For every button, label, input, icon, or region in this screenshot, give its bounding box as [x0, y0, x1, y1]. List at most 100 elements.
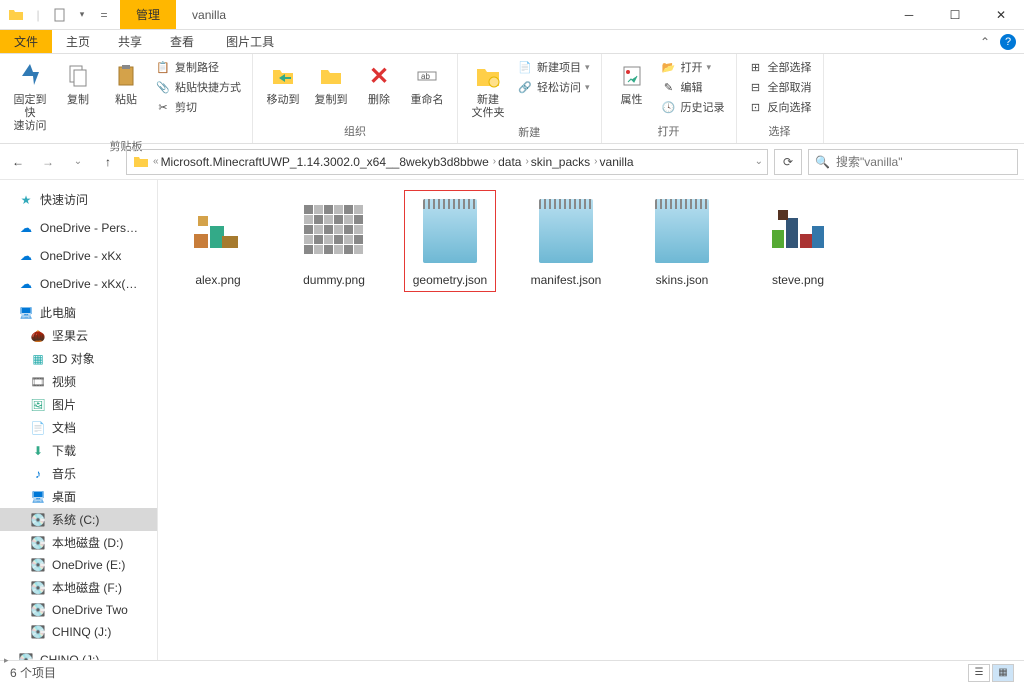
breadcrumb-dropdown[interactable]: ⌄ [755, 156, 763, 167]
minimize-button[interactable]: ─ [886, 0, 932, 30]
expand-icon[interactable]: ▸ [4, 655, 9, 661]
paste-button[interactable]: 粘贴 [104, 58, 148, 109]
sidebar-item[interactable]: 📄文档 [0, 416, 157, 439]
sidebar-drive-e[interactable]: 💽OneDrive (E:) [0, 554, 157, 576]
properties-icon [616, 60, 648, 92]
image-thumbnail-icon [298, 195, 370, 267]
ribbon-group-select: ⊞全部选择 ⊟全部取消 ⊡反向选择 选择 [737, 54, 824, 143]
ribbon-group-open: 属性 📂打开 ▾ ✎编辑 🕓历史记录 打开 [602, 54, 737, 143]
sidebar-item[interactable]: 🖼图片 [0, 393, 157, 416]
newitem-icon: 📄 [517, 59, 533, 75]
sidebar-drive-onedrive2[interactable]: 💽OneDrive Two [0, 599, 157, 621]
pc-icon: 🖥 [18, 305, 34, 321]
cloud-icon: ☁ [18, 276, 34, 292]
refresh-button[interactable]: ⟳ [774, 149, 802, 175]
history-button[interactable]: 🕓历史记录 [658, 98, 728, 116]
open-button[interactable]: 📂打开 ▾ [658, 58, 728, 76]
folder-icon [6, 5, 26, 25]
sidebar-this-pc[interactable]: 🖥此电脑 [0, 301, 157, 324]
details-view-button[interactable]: ☰ [968, 664, 990, 682]
rename-button[interactable]: ab重命名 [405, 58, 449, 109]
breadcrumb-segment[interactable]: data› [498, 155, 529, 169]
collapse-ribbon-icon[interactable]: ⌃ [980, 35, 990, 49]
new-doc-icon[interactable] [50, 5, 70, 25]
copy-button[interactable]: 复制 [56, 58, 100, 109]
documents-icon: 📄 [30, 420, 46, 436]
recent-locations-button[interactable]: ⌄ [66, 150, 90, 174]
close-button[interactable]: ✕ [978, 0, 1024, 30]
file-item[interactable]: alex.png [172, 190, 264, 292]
sidebar-onedrive-xkx[interactable]: ☁OneDrive - xKx [0, 245, 157, 267]
new-item-button[interactable]: 📄新建项目 ▾ [514, 58, 593, 76]
file-item[interactable]: dummy.png [288, 190, 380, 292]
title-bar: | ▾ = 管理 vanilla ─ ☐ ✕ [0, 0, 1024, 30]
file-item[interactable]: geometry.json [404, 190, 496, 292]
forward-button[interactable]: → [36, 150, 60, 174]
properties-button[interactable]: 属性 [610, 58, 654, 109]
rename-icon: ab [411, 60, 443, 92]
sidebar[interactable]: ★快速访问 ☁OneDrive - Pers… ☁OneDrive - xKx … [0, 180, 158, 660]
ribbon-group-organize: 移动到 复制到 ✕删除 ab重命名 组织 [253, 54, 458, 143]
shortcut-icon: 📎 [155, 79, 171, 95]
file-item[interactable]: manifest.json [520, 190, 612, 292]
file-item[interactable]: skins.json [636, 190, 728, 292]
sidebar-item[interactable]: ▦3D 对象 [0, 347, 157, 370]
file-list[interactable]: alex.png dummy.png geometry.json manifest.j… [158, 180, 1024, 660]
sidebar-removable-j[interactable]: ▸💽CHINQ (J:) [0, 649, 157, 660]
newfolder-icon [472, 60, 504, 92]
copy-path-button[interactable]: 📋复制路径 [152, 58, 244, 76]
move-to-button[interactable]: 移动到 [261, 58, 305, 109]
sidebar-drive-j[interactable]: 💽CHINQ (J:) [0, 621, 157, 643]
up-button[interactable]: ↑ [96, 150, 120, 174]
notepad-icon [414, 195, 486, 267]
sidebar-item[interactable]: 🌰坚果云 [0, 324, 157, 347]
tab-file[interactable]: 文件 [0, 30, 52, 53]
qat-overflow[interactable]: = [94, 5, 114, 25]
invert-selection-button[interactable]: ⊡反向选择 [745, 98, 815, 116]
select-none-button[interactable]: ⊟全部取消 [745, 78, 815, 96]
chevron-down-icon[interactable]: ▾ [72, 5, 92, 25]
sidebar-onedrive-personal[interactable]: ☁OneDrive - Pers… [0, 217, 157, 239]
downloads-icon: ⬇ [30, 443, 46, 459]
notepad-icon [530, 195, 602, 267]
search-box[interactable]: 🔍 [808, 149, 1018, 175]
paste-shortcut-button[interactable]: 📎粘贴快捷方式 [152, 78, 244, 96]
ribbon-tabs: 文件 主页 共享 查看 图片工具 ⌃ ? [0, 30, 1024, 54]
ribbon: 固定到快 速访问 复制 粘贴 📋复制路径 📎粘贴快捷方式 ✂剪切 剪贴板 移动到… [0, 54, 1024, 144]
icons-view-button[interactable]: ▦ [992, 664, 1014, 682]
drive-icon: 💽 [30, 602, 46, 618]
back-button[interactable]: ← [6, 150, 30, 174]
select-all-button[interactable]: ⊞全部选择 [745, 58, 815, 76]
copy-to-button[interactable]: 复制到 [309, 58, 353, 109]
sidebar-quick-access[interactable]: ★快速访问 [0, 188, 157, 211]
help-icon[interactable]: ? [1000, 34, 1016, 50]
pin-button[interactable]: 固定到快 速访问 [8, 58, 52, 136]
edit-icon: ✎ [661, 79, 677, 95]
drive-icon: 💽 [18, 652, 34, 660]
maximize-button[interactable]: ☐ [932, 0, 978, 30]
sidebar-item[interactable]: 🎞视频 [0, 370, 157, 393]
delete-button[interactable]: ✕删除 [357, 58, 401, 109]
new-folder-button[interactable]: 新建 文件夹 [466, 58, 510, 122]
tab-home[interactable]: 主页 [52, 30, 104, 53]
sidebar-drive-f[interactable]: 💽本地磁盘 (F:) [0, 576, 157, 599]
tab-view[interactable]: 查看 [156, 30, 208, 53]
breadcrumb-segment[interactable]: skin_packs› [531, 155, 598, 169]
address-bar: ← → ⌄ ↑ « Microsoft.MinecraftUWP_1.14.30… [0, 144, 1024, 180]
sidebar-drive-c[interactable]: 💽系统 (C:) [0, 508, 157, 531]
sidebar-drive-d[interactable]: 💽本地磁盘 (D:) [0, 531, 157, 554]
easy-access-button[interactable]: 🔗轻松访问 ▾ [514, 78, 593, 96]
tab-share[interactable]: 共享 [104, 30, 156, 53]
sidebar-item[interactable]: ♪音乐 [0, 462, 157, 485]
tab-picture-tools[interactable]: 图片工具 [212, 30, 288, 53]
file-item[interactable]: steve.png [752, 190, 844, 292]
sidebar-onedrive-xkx2[interactable]: ☁OneDrive - xKx(… [0, 273, 157, 295]
sidebar-item[interactable]: ⬇下载 [0, 439, 157, 462]
cut-button[interactable]: ✂剪切 [152, 98, 244, 116]
breadcrumb-segment[interactable]: Microsoft.MinecraftUWP_1.14.3002.0_x64__… [161, 155, 497, 169]
edit-button[interactable]: ✎编辑 [658, 78, 728, 96]
sidebar-item[interactable]: 🖥桌面 [0, 485, 157, 508]
search-input[interactable] [836, 155, 1011, 169]
breadcrumb[interactable]: « Microsoft.MinecraftUWP_1.14.3002.0_x64… [126, 149, 768, 175]
breadcrumb-segment[interactable]: vanilla [600, 155, 634, 169]
